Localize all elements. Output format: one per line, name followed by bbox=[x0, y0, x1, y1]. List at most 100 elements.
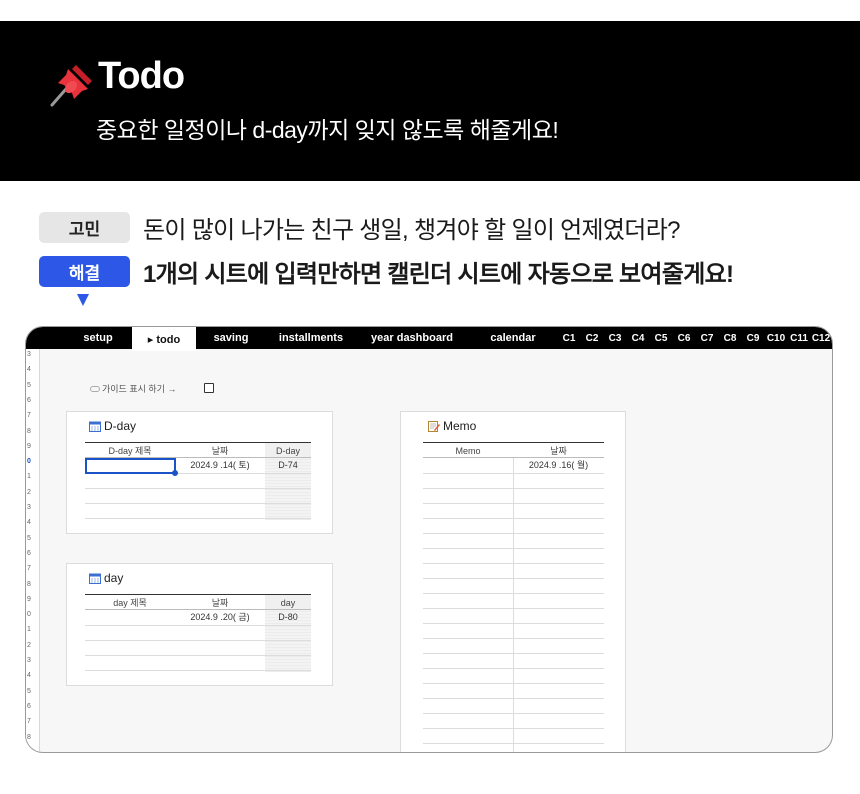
problem-text: 돈이 많이 나가는 친구 생일, 챙겨야 할 일이 언제였더라? bbox=[143, 216, 680, 244]
page-title: Todo bbox=[98, 55, 185, 97]
row-number[interactable]: 8 bbox=[26, 428, 40, 435]
row-number-column: 3 4 5 6 7 8 9 0 1 2 3 4 5 6 7 8 9 0 1 2 3 4 5 6 7 8 bbox=[26, 349, 40, 752]
row-number[interactable]: 3 bbox=[26, 657, 40, 664]
tab-c5[interactable]: C5 bbox=[651, 327, 671, 349]
row-divider bbox=[423, 683, 604, 684]
row-divider bbox=[85, 640, 311, 641]
selected-cell[interactable] bbox=[85, 458, 178, 476]
pushpin-icon bbox=[50, 65, 92, 107]
dday-col-date: 날짜 bbox=[175, 442, 265, 458]
row-divider bbox=[423, 743, 604, 744]
row-divider bbox=[423, 608, 604, 609]
row-divider bbox=[423, 563, 604, 564]
row-number[interactable]: 7 bbox=[26, 412, 40, 419]
row-divider bbox=[85, 625, 311, 626]
guide-label: 가이드 표시 하기 → bbox=[102, 384, 177, 394]
dday-col-title: D-day 제목 bbox=[85, 442, 175, 458]
row-divider bbox=[423, 638, 604, 639]
day-table: day 제목 날짜 day 2024.9 .20( 금) D-80 bbox=[85, 594, 311, 674]
row-number[interactable]: 2 bbox=[26, 489, 40, 496]
row-number[interactable]: 3 bbox=[26, 504, 40, 511]
guide-checkbox[interactable] bbox=[204, 383, 214, 393]
tab-year-dashboard[interactable]: year dashboard bbox=[362, 327, 462, 349]
page-subtitle: 중요한 일정이나 d-day까지 잊지 않도록 해줄게요! bbox=[96, 117, 559, 143]
day-row-date[interactable]: 2024.9 .20( 금) bbox=[175, 610, 265, 625]
sheet-tab-bar: setup ▸ todo saving installments year da… bbox=[26, 327, 832, 351]
tab-c11[interactable]: C11 bbox=[788, 327, 810, 349]
row-divider bbox=[423, 473, 604, 474]
memo-card-title: Memo bbox=[428, 419, 476, 433]
tab-c12[interactable]: C12 bbox=[810, 327, 832, 349]
dday-col-dday: D-day bbox=[265, 442, 311, 458]
row-number[interactable]: 6 bbox=[26, 550, 40, 557]
row-number[interactable]: 7 bbox=[26, 565, 40, 572]
memo-card: Memo Memo 날짜 2024.9 .16( 월) bbox=[400, 411, 626, 752]
row-divider bbox=[423, 728, 604, 729]
row-divider bbox=[423, 533, 604, 534]
tab-c7[interactable]: C7 bbox=[697, 327, 717, 349]
tab-todo[interactable]: ▸ todo bbox=[132, 327, 196, 351]
toggle-icon[interactable] bbox=[90, 385, 100, 392]
row-number[interactable]: 8 bbox=[26, 734, 40, 741]
memo-table: Memo 날짜 2024.9 .16( 월) bbox=[423, 442, 604, 752]
header-banner: Todo 중요한 일정이나 d-day까지 잊지 않도록 해줄게요! bbox=[0, 21, 860, 181]
calendar-icon bbox=[89, 573, 101, 584]
row-number[interactable]: 5 bbox=[26, 535, 40, 542]
row-number[interactable]: 6 bbox=[26, 397, 40, 404]
row-number[interactable]: 2 bbox=[26, 642, 40, 649]
tab-installments[interactable]: installments bbox=[266, 327, 356, 349]
row-number[interactable]: 6 bbox=[26, 703, 40, 710]
tab-saving[interactable]: saving bbox=[202, 327, 260, 349]
memo-icon bbox=[428, 420, 440, 432]
solution-row: 해결 1개의 시트에 입력만하면 캘린더 시트에 자동으로 보여줄게요! bbox=[39, 255, 734, 288]
spreadsheet-window: setup ▸ todo saving installments year da… bbox=[25, 326, 833, 753]
row-number[interactable]: 5 bbox=[26, 382, 40, 389]
row-number[interactable]: 1 bbox=[26, 473, 40, 480]
row-number[interactable]: 0 bbox=[26, 611, 40, 618]
memo-row-date[interactable]: 2024.9 .16( 월) bbox=[513, 458, 604, 473]
row-number[interactable]: 8 bbox=[26, 581, 40, 588]
solution-badge: 해결 bbox=[39, 255, 130, 287]
dday-row-dday[interactable]: D-74 bbox=[265, 458, 311, 473]
dday-card: D-day D-day 제목 날짜 D-day 2024.9 .14( 토) D… bbox=[66, 411, 333, 534]
row-divider bbox=[423, 518, 604, 519]
tab-setup[interactable]: setup bbox=[70, 327, 126, 349]
row-divider bbox=[423, 578, 604, 579]
tab-c4[interactable]: C4 bbox=[628, 327, 648, 349]
tab-c9[interactable]: C9 bbox=[743, 327, 763, 349]
row-number[interactable]: 0 bbox=[26, 458, 40, 465]
day-col-day: day bbox=[265, 594, 311, 610]
day-card-title: day bbox=[89, 571, 123, 585]
tab-c6[interactable]: C6 bbox=[674, 327, 694, 349]
row-number[interactable]: 5 bbox=[26, 688, 40, 695]
row-divider bbox=[85, 655, 311, 656]
row-number[interactable]: 7 bbox=[26, 718, 40, 725]
row-divider bbox=[85, 518, 311, 519]
row-number[interactable]: 4 bbox=[26, 366, 40, 373]
tab-c8[interactable]: C8 bbox=[720, 327, 740, 349]
dday-row-date[interactable]: 2024.9 .14( 토) bbox=[175, 458, 265, 473]
tab-c2[interactable]: C2 bbox=[582, 327, 602, 349]
row-divider bbox=[423, 668, 604, 669]
guide-toggle[interactable]: 가이드 표시 하기 → bbox=[90, 382, 176, 395]
row-number[interactable]: 9 bbox=[26, 443, 40, 450]
row-number[interactable]: 4 bbox=[26, 519, 40, 526]
problem-row: 고민 돈이 많이 나가는 친구 생일, 챙겨야 할 일이 언제였더라? bbox=[39, 211, 680, 244]
tab-c3[interactable]: C3 bbox=[605, 327, 625, 349]
day-col-date: 날짜 bbox=[175, 594, 265, 610]
row-number[interactable]: 1 bbox=[26, 626, 40, 633]
day-card: day day 제목 날짜 day 2024.9 .20( 금) D-80 bbox=[66, 563, 333, 686]
tab-c10[interactable]: C10 bbox=[764, 327, 788, 349]
memo-title-label: Memo bbox=[443, 419, 477, 433]
row-divider bbox=[423, 623, 604, 624]
day-row-day[interactable]: D-80 bbox=[265, 610, 311, 625]
row-number[interactable]: 3 bbox=[26, 351, 40, 358]
memo-col-memo: Memo bbox=[423, 442, 513, 458]
dday-title-label: D-day bbox=[104, 419, 137, 433]
row-number[interactable]: 9 bbox=[26, 596, 40, 603]
row-divider bbox=[423, 593, 604, 594]
tab-c1[interactable]: C1 bbox=[559, 327, 579, 349]
row-number[interactable]: 4 bbox=[26, 672, 40, 679]
row-divider bbox=[423, 698, 604, 699]
tab-calendar[interactable]: calendar bbox=[478, 327, 548, 349]
